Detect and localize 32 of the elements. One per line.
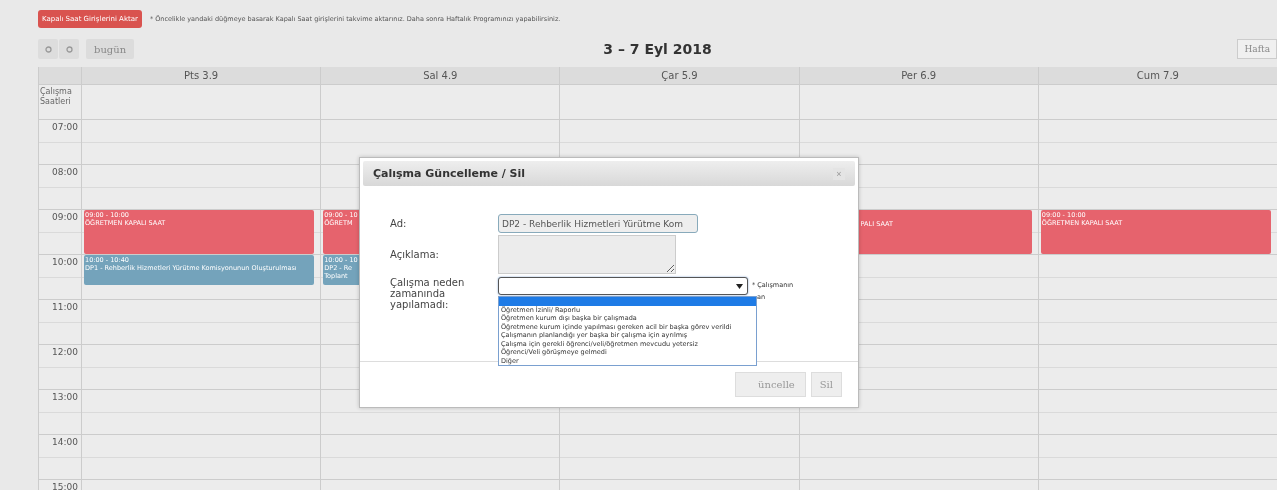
dialog-title: Çalışma Güncelleme / Sil: [373, 167, 526, 180]
day-header: Per 6.9: [799, 67, 1038, 85]
week-view-button[interactable]: Hafta: [1237, 39, 1277, 59]
hour-label: 13:00: [51, 391, 79, 402]
field-label: Ad:: [390, 218, 408, 229]
reason-select[interactable]: [498, 277, 748, 295]
hour-label: 07:00: [51, 121, 79, 132]
name-input[interactable]: DP2 - Rehberlik Hizmetleri Yürütme Kom: [498, 214, 698, 233]
hour-label: 14:00: [51, 436, 79, 447]
delete-button[interactable]: Sil: [810, 372, 842, 397]
hour-label: 11:00: [51, 301, 79, 312]
circle-icon: [44, 45, 52, 53]
all-day-label: Çalışma Saatleri: [39, 86, 73, 108]
week-title: 3 – 7 Eyl 2018: [603, 41, 712, 57]
hour-label: 12:00: [51, 346, 79, 357]
prev-button[interactable]: [38, 39, 58, 59]
next-button[interactable]: [59, 39, 79, 59]
day-header: Çar 5.9: [560, 67, 799, 85]
field-label: Çalışma neden zamanında yapılamadı:: [390, 277, 466, 310]
field-label: Açıklama:: [390, 249, 440, 260]
circle-icon: [65, 45, 73, 53]
update-button[interactable]: üncelle: [735, 372, 806, 397]
hour-label: 09:00: [51, 211, 79, 222]
today-button[interactable]: bugün: [86, 39, 135, 59]
hour-label: 15:00: [51, 481, 79, 490]
hour-label: 08:00: [51, 166, 79, 177]
hour-label: 10:00: [51, 256, 79, 267]
day-header: Pts 3.9: [82, 67, 321, 85]
close-button[interactable]: ×: [833, 167, 845, 180]
caret-icon: [736, 283, 743, 289]
day-header: Sal 4.9: [321, 67, 560, 85]
day-header: Cum 7.9: [1038, 67, 1277, 85]
